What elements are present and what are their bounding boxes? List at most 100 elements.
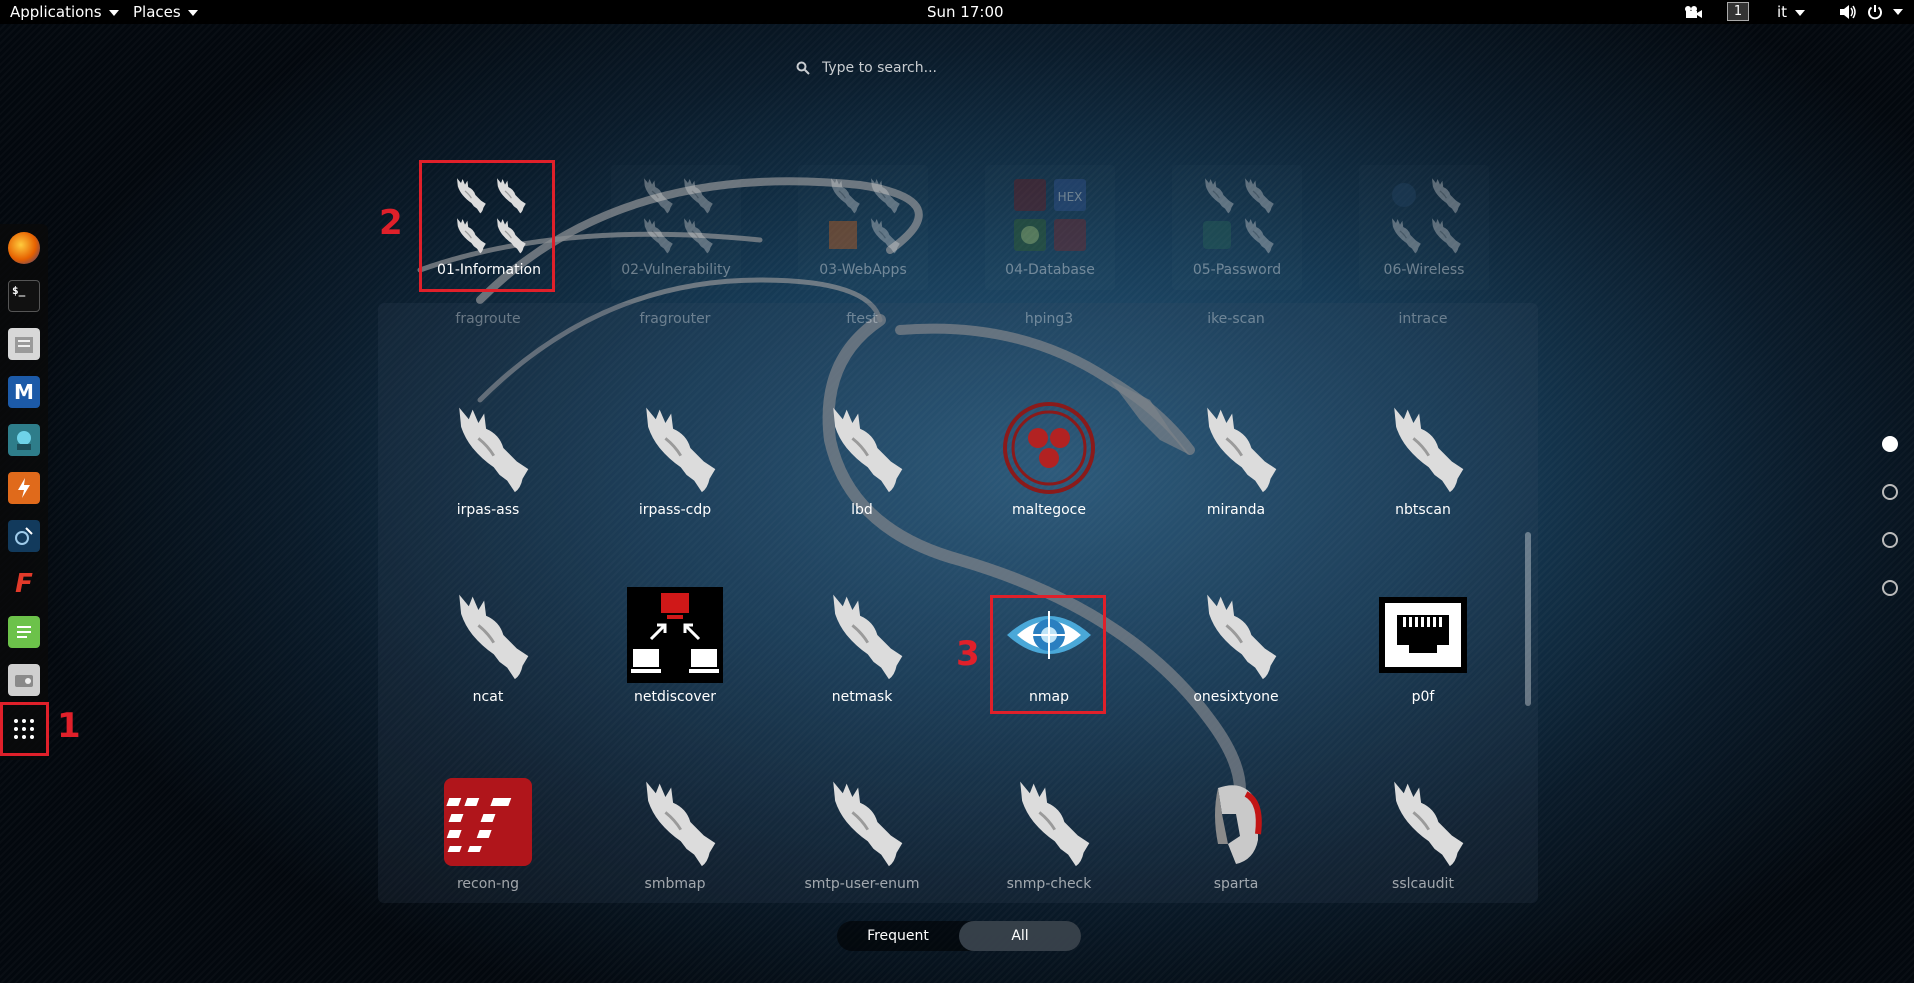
kali-dragon-icon (627, 774, 723, 870)
partial-app-label[interactable]: ike-scan (1161, 311, 1311, 327)
settings-icon[interactable] (8, 664, 40, 696)
app-label: ncat (472, 689, 504, 705)
netdiscover-icon (627, 587, 723, 683)
app-onesixtyone[interactable]: onesixtyone (1161, 587, 1311, 737)
app-label: p0f (1411, 689, 1435, 705)
sparta-helmet-icon (1188, 774, 1284, 870)
category-05-password[interactable]: 05-Password (1172, 165, 1302, 290)
annotation-number-2: 2 (379, 203, 403, 243)
beef-icon[interactable] (8, 520, 40, 552)
kali-dragon-icon (814, 400, 910, 496)
app-label: onesixtyone (1193, 689, 1279, 705)
partial-app-label[interactable]: hping3 (974, 311, 1124, 327)
app-label: lbd (851, 502, 873, 518)
leafpad-icon[interactable] (8, 616, 40, 648)
app-label: sparta (1213, 876, 1259, 892)
app-snmp-check[interactable]: snmp-check (974, 774, 1124, 924)
highlight-box-1 (0, 702, 49, 756)
app-netdiscover[interactable]: netdiscover (600, 587, 750, 737)
category-label: 05-Password (1192, 262, 1282, 278)
category-03-webapps[interactable]: 03-WebApps (798, 165, 928, 290)
app-smtp-user-enum[interactable]: smtp-user-enum (787, 774, 937, 924)
kali-dragon-icon (440, 400, 536, 496)
page-indicator-1[interactable] (1882, 436, 1898, 452)
page-indicator-2[interactable] (1882, 484, 1898, 500)
kali-dragon-icon (1001, 774, 1097, 870)
highlight-box-3 (990, 595, 1106, 714)
all-button[interactable]: All (959, 921, 1081, 951)
metasploit-icon[interactable]: M (8, 376, 40, 408)
armitage-icon[interactable] (8, 424, 40, 456)
app-grid-scrollbar[interactable] (1525, 532, 1531, 706)
app-recon-ng[interactable]: recon-ng (413, 774, 563, 924)
app-label: miranda (1206, 502, 1266, 518)
annotation-number-3: 3 (956, 634, 980, 674)
highlight-box-2 (419, 160, 555, 292)
app-irpas-ass[interactable]: irpas-ass (413, 400, 563, 550)
partial-app-label[interactable]: ftest (787, 311, 937, 327)
category-label: 03-WebApps (819, 262, 907, 278)
frequent-button[interactable]: Frequent (837, 921, 959, 951)
app-miranda[interactable]: miranda (1161, 400, 1311, 550)
view-switch: Frequent All (837, 921, 1081, 951)
app-sslcaudit[interactable]: sslcaudit (1348, 774, 1498, 924)
category-06-wireless[interactable]: 06-Wireless (1359, 165, 1489, 290)
network-port-icon (1375, 587, 1471, 683)
dash-dock: $_ M F (0, 224, 48, 760)
app-lbd[interactable]: lbd (787, 400, 937, 550)
app-label: recon-ng (456, 876, 519, 892)
app-p0f[interactable]: p0f (1348, 587, 1498, 737)
partial-app-label[interactable]: intrace (1348, 311, 1498, 327)
search-bar[interactable] (796, 54, 1126, 82)
app-label: maltegoce (1012, 502, 1086, 518)
app-label: smbmap (644, 876, 706, 892)
firefox-icon[interactable] (8, 232, 40, 264)
app-label: netdiscover (634, 689, 716, 705)
app-maltegoce[interactable]: maltegoce (974, 400, 1124, 550)
partial-app-label[interactable]: fragroute (413, 311, 563, 327)
kali-dragon-icon (1384, 175, 1464, 255)
files-icon[interactable] (8, 328, 40, 360)
desktop: { "topbar": { "applications": "Applicati… (0, 0, 1914, 983)
app-label: smtp-user-enum (804, 876, 920, 892)
svg-text:HEX: HEX (1058, 190, 1083, 204)
kali-dragon-icon (814, 587, 910, 683)
page-indicator-4[interactable] (1882, 580, 1898, 596)
database-tools-icon: HEX (1010, 175, 1090, 255)
app-label: nbtscan (1395, 502, 1451, 518)
app-label: irpas-ass (456, 502, 520, 518)
app-label: netmask (831, 689, 893, 705)
kali-dragon-icon (1188, 587, 1284, 683)
app-label: sslcaudit (1392, 876, 1454, 892)
partial-app-label[interactable]: fragrouter (600, 311, 750, 327)
burpsuite-icon[interactable] (8, 472, 40, 504)
app-ncat[interactable]: ncat (413, 587, 563, 737)
category-label: 02-Vulnerability (621, 262, 731, 278)
page-indicator-3[interactable] (1882, 532, 1898, 548)
category-label: 06-Wireless (1383, 262, 1465, 278)
terminal-icon[interactable]: $_ (8, 280, 40, 312)
kali-dragon-icon (814, 774, 910, 870)
app-label: irpass-cdp (638, 502, 712, 518)
app-smbmap[interactable]: smbmap (600, 774, 750, 924)
burpsuite-icon (829, 221, 857, 249)
category-04-database[interactable]: HEX 04-Database (985, 165, 1115, 290)
category-label: 04-Database (1005, 262, 1095, 278)
kali-dragon-icon (1197, 175, 1277, 255)
search-icon (796, 61, 810, 75)
app-netmask[interactable]: netmask (787, 587, 937, 737)
kali-dragon-icon (1375, 400, 1471, 496)
annotation-number-1: 1 (57, 706, 81, 746)
kali-dragon-icon (1188, 400, 1284, 496)
kali-dragon-icon (823, 175, 903, 255)
app-nbtscan[interactable]: nbtscan (1348, 400, 1498, 550)
kali-dragon-icon (1375, 774, 1471, 870)
faraday-icon[interactable]: F (8, 568, 40, 600)
kali-dragon-icon (440, 587, 536, 683)
category-02-vulnerability[interactable]: 02-Vulnerability (611, 165, 741, 290)
app-irpass-cdp[interactable]: irpass-cdp (600, 400, 750, 550)
app-sparta[interactable]: sparta (1161, 774, 1311, 924)
search-input[interactable] (822, 60, 1122, 76)
maltego-icon (1001, 400, 1097, 496)
app-label: snmp-check (1006, 876, 1092, 892)
